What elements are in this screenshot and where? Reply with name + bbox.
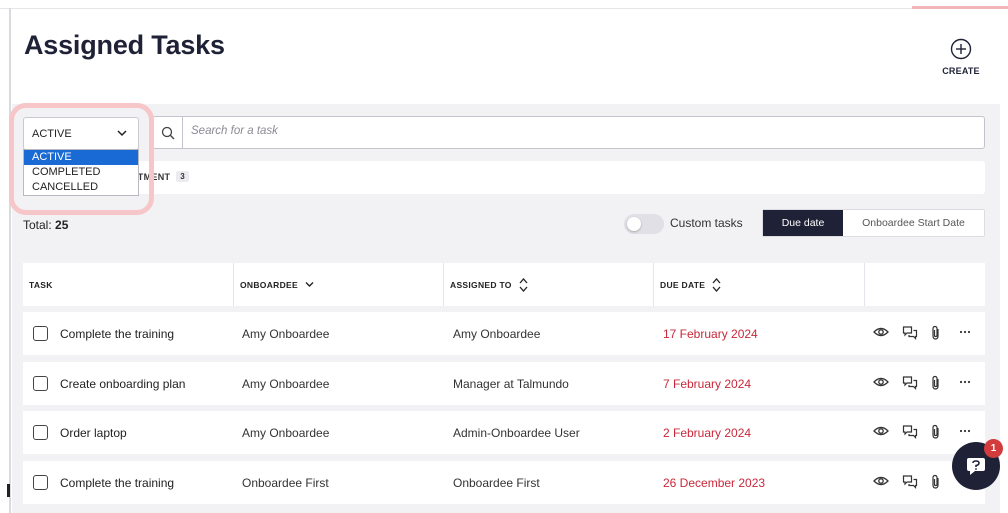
due-date-cell: 26 December 2023 [663,475,766,490]
assigned-to-cell: Amy Onboardee [453,326,541,341]
column-label: DUE DATE [660,279,706,290]
total-count: Total: 25 [23,218,68,232]
task-name: Complete the training [60,475,175,490]
paperclip-icon[interactable] [930,325,942,346]
left-edge-marker [7,484,10,497]
eye-icon[interactable] [873,424,889,443]
notification-badge: 1 [984,439,1003,458]
column-header-due-date[interactable]: DUE DATE [654,263,865,306]
task-name: Complete the training [60,326,175,341]
paperclip-icon[interactable] [930,474,942,495]
search-input[interactable] [191,125,971,137]
more-icon[interactable] [958,325,972,344]
assigned-to-cell: Manager at Talmundo [453,376,569,391]
chevron-down-icon [305,282,314,287]
sort-icon [712,277,721,292]
comments-icon[interactable] [902,375,918,396]
sort-icon [519,277,528,292]
table-row[interactable]: Create onboarding plan Amy Onboardee Manag… [23,362,985,405]
table-row[interactable]: Order laptop Amy Onboardee Admin-Onboardee… [23,411,985,454]
column-label: ONBOARDEE [240,279,298,290]
plus-circle-icon [950,38,972,60]
status-select-value: ACTIVE [32,128,72,140]
row-actions [873,424,973,441]
onboardee-cell: Onboardee First [242,475,329,490]
sort-segmented-control: Due date Onboardee Start Date [762,209,985,237]
status-option-cancelled[interactable]: CANCELLED [24,180,138,195]
toggle-knob [627,217,641,231]
eye-icon[interactable] [873,375,889,394]
chat-help-icon [967,458,985,475]
top-accent-bar [912,6,1008,9]
left-edge-divider [9,8,11,513]
task-checkbox[interactable] [33,425,48,440]
due-date-cell: 7 February 2024 [663,376,752,391]
column-header-onboardee[interactable]: ONBOARDEE [234,263,444,306]
eye-icon[interactable] [873,325,889,344]
eye-icon[interactable] [873,474,889,493]
status-dropdown-list: ACTIVE COMPLETED CANCELLED [23,149,139,196]
chevron-down-icon [117,130,127,137]
more-icon[interactable] [958,424,972,443]
top-divider [0,8,1008,9]
filter-chip-count: 3 [176,171,190,182]
table-header: TASK ONBOARDEE ASSIGNED TO DUE DATE [23,263,985,306]
status-option-active[interactable]: ACTIVE [24,150,138,165]
total-label: Total: [23,218,52,232]
column-header-assigned-to[interactable]: ASSIGNED TO [444,263,654,306]
assigned-to-cell: Onboardee First [453,475,540,490]
onboardee-cell: Amy Onboardee [242,376,330,391]
column-label: ASSIGNED TO [450,279,512,290]
create-button[interactable]: CREATE [936,38,986,80]
more-icon[interactable] [958,375,972,394]
create-label: CREATE [942,66,980,76]
sort-due-date-button[interactable]: Due date [763,210,843,236]
paperclip-icon[interactable] [930,375,942,396]
task-name: Order laptop [60,425,127,440]
row-actions [873,325,973,342]
comments-icon[interactable] [902,325,918,346]
onboardee-cell: Amy Onboardee [242,425,330,440]
due-date-cell: 2 February 2024 [663,425,752,440]
custom-tasks-toggle[interactable] [624,214,664,234]
table-row[interactable]: Complete the training Onboardee First Onbo… [23,461,985,504]
search-icon[interactable] [153,117,183,148]
task-checkbox[interactable] [33,376,48,391]
column-header-task: TASK [23,263,234,306]
task-checkbox[interactable] [33,475,48,490]
comments-icon[interactable] [902,474,918,495]
sort-start-date-button[interactable]: Onboardee Start Date [843,210,984,236]
search-box [152,116,985,149]
task-checkbox[interactable] [33,326,48,341]
filter-bar: RTMENT 3 [23,161,985,194]
table-row[interactable]: Complete the training Amy Onboardee Amy On… [23,312,985,355]
status-option-completed[interactable]: COMPLETED [24,165,138,180]
paperclip-icon[interactable] [930,424,942,445]
column-label: TASK [29,279,53,290]
total-value: 25 [55,218,69,232]
status-select[interactable]: ACTIVE [23,117,139,150]
due-date-cell: 17 February 2024 [663,326,758,341]
row-actions [873,375,973,392]
assigned-to-cell: Admin-Onboardee User [453,425,580,440]
custom-tasks-label: Custom tasks [670,216,743,230]
comments-icon[interactable] [902,424,918,445]
task-name: Create onboarding plan [60,376,186,391]
onboardee-cell: Amy Onboardee [242,326,330,341]
page-title: Assigned Tasks [24,30,225,60]
